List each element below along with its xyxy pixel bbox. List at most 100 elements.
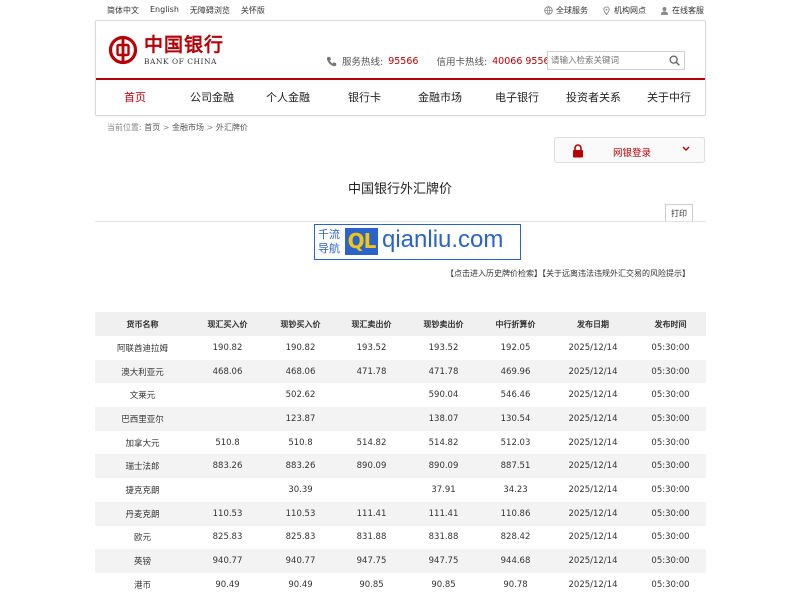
logo-english-text: BANK OF CHINA (144, 57, 217, 66)
cell-cash-sell: 471.78 (407, 359, 480, 384)
global-service-link[interactable]: 全球服务 (544, 5, 588, 16)
cell-currency: 欧元 (133, 533, 151, 544)
cell-cash-sell: 37.91 (431, 484, 456, 495)
page-title: 中国银行外汇牌价 (347, 182, 452, 197)
cell-spot-sell (336, 478, 407, 502)
nav-item-corporate-banking[interactable]: 公司金融 (190, 89, 234, 105)
table-header-row: 货币名称 现汇买入价 现钞买入价 现汇卖出价 现钞卖出价 中行折算价 发布日期 … (95, 312, 706, 336)
lang-simplified-chinese-link[interactable]: 简体中文 (107, 5, 139, 16)
nav-item-home[interactable]: 首页 (124, 89, 146, 105)
lock-icon (573, 144, 583, 158)
cell-spot-sell: 193.52 (356, 342, 387, 353)
cell-spot-sell: 947.75 (336, 549, 407, 573)
cell-boc-rate: 34.23 (503, 484, 528, 495)
column-header-cash-buy: 现钞买入价 (265, 312, 336, 336)
cell-publish-time: 05:30:00 (651, 342, 690, 353)
cell-publish-date: 2025/12/14 (568, 484, 618, 495)
cell-cash-buy: 190.82 (285, 342, 316, 353)
history-and-risk-notice-links[interactable]: 【点击进入历史牌价检索】【关于远离违法违规外汇交易的风险提示】 (446, 268, 690, 279)
bank-of-china-emblem-icon (108, 35, 138, 65)
cell-publish-time: 05:30:00 (635, 359, 706, 384)
breadcrumb-home[interactable]: 首页 (144, 123, 160, 132)
cell-spot-sell (336, 383, 407, 407)
table-row: 欧元 825.83 825.83 831.88 831.88 828.42 2025/12/… (95, 526, 706, 550)
cell-cash-sell: 890.09 (407, 454, 480, 479)
cell-publish-time: 05:30:00 (651, 437, 690, 448)
watermark-chinese-line1: 千流 (318, 228, 340, 241)
cell-publish-time: 05:30:00 (651, 390, 690, 401)
nav-item-personal-banking[interactable]: 个人金融 (266, 89, 310, 105)
service-hotline-label: 服务热线: (342, 57, 384, 68)
cell-spot-buy: 510.8 (215, 437, 240, 448)
branch-locator-link[interactable]: 机构网点 (602, 5, 646, 16)
cell-cash-sell: 831.88 (428, 532, 459, 543)
breadcrumb: 当前位置: 首页 > 金融市场 > 外汇牌价 (107, 122, 248, 133)
header-divider (96, 78, 705, 80)
cell-cash-sell: 947.75 (407, 549, 480, 573)
cell-cash-buy: 468.06 (265, 359, 336, 384)
nav-item-e-banking[interactable]: 电子银行 (495, 89, 539, 105)
cell-cash-sell: 514.82 (428, 437, 459, 448)
breadcrumb-separator: > (162, 123, 170, 132)
watermark-site-text: qianliu.com (382, 226, 504, 253)
cell-publish-time: 05:30:00 (635, 454, 706, 479)
cell-spot-buy: 940.77 (190, 549, 265, 573)
cell-spot-sell (336, 407, 407, 431)
breadcrumb-current: 外汇牌价 (215, 123, 248, 132)
cell-publish-time: 05:30:00 (635, 501, 706, 526)
cell-publish-time: 05:30:00 (651, 484, 690, 495)
breadcrumb-financial-markets[interactable]: 金融市场 (172, 123, 204, 132)
nav-item-bank-cards[interactable]: 银行卡 (348, 89, 381, 105)
accessibility-link[interactable]: 无障碍浏览 (190, 5, 230, 16)
table-row: 阿联酋迪拉姆 190.82 190.82 193.52 193.52 192.05 2025… (95, 336, 706, 360)
nav-item-investor-relations[interactable]: 投资者关系 (566, 89, 621, 105)
column-header-cash-sell: 现钞卖出价 (407, 312, 480, 336)
online-banking-login-button[interactable]: 网银登录 (554, 137, 705, 163)
print-button[interactable]: 打印 (665, 204, 693, 222)
watermark-banner: 千流 导航 QL qianliu.com (314, 224, 521, 260)
online-service-link[interactable]: 在线客服 (660, 5, 704, 16)
cell-publish-date: 2025/12/14 (568, 390, 618, 401)
search-icon[interactable] (669, 55, 680, 66)
cell-spot-sell: 471.78 (336, 359, 407, 384)
cell-cash-sell: 138.07 (407, 407, 480, 431)
branch-locator-label: 机构网点 (614, 6, 646, 15)
cell-publish-date: 2025/12/14 (568, 342, 618, 353)
table-row: 瑞士法郎 883.26 883.26 890.09 890.09 887.51 2025/1… (95, 454, 706, 479)
cell-cash-sell: 590.04 (428, 390, 459, 401)
cell-cash-sell: 111.41 (407, 501, 480, 526)
title-divider (95, 221, 706, 222)
cell-publish-date: 2025/12/14 (568, 532, 618, 543)
cell-publish-date: 2025/12/14 (568, 437, 618, 448)
lang-english-link[interactable]: English (150, 5, 179, 16)
cell-cash-buy: 90.49 (288, 579, 313, 590)
cell-currency: 瑞士法郎 (95, 454, 190, 479)
cell-boc-rate: 90.78 (503, 579, 528, 590)
nav-item-financial-markets[interactable]: 金融市场 (418, 89, 462, 105)
cell-spot-sell: 514.82 (356, 437, 387, 448)
nav-item-about-boc[interactable]: 关于中行 (647, 89, 691, 105)
breadcrumb-separator: > (206, 123, 214, 132)
location-pin-icon (603, 6, 610, 15)
cell-currency: 澳大利亚元 (95, 359, 190, 384)
elderly-care-link[interactable]: 关怀版 (241, 5, 265, 16)
cell-spot-buy (190, 407, 265, 431)
cell-publish-date: 2025/12/14 (551, 407, 635, 431)
column-header-boc-rate: 中行折算价 (480, 312, 551, 336)
cell-cash-buy: 123.87 (265, 407, 336, 431)
search-input[interactable] (551, 54, 663, 67)
watermark-badge: QL (345, 228, 378, 255)
breadcrumb-prefix: 当前位置: (107, 123, 142, 132)
column-header-publish-date: 发布日期 (551, 312, 635, 336)
cell-cash-buy: 30.39 (288, 484, 313, 495)
cell-cash-buy: 940.77 (265, 549, 336, 573)
global-service-label: 全球服务 (556, 6, 588, 15)
cell-publish-date: 2025/12/14 (568, 579, 618, 590)
cell-boc-rate: 546.46 (500, 390, 531, 401)
table-row: 港币 90.49 90.49 90.85 90.85 90.78 2025/12/14 05:… (95, 573, 706, 597)
cell-currency: 丹麦克朗 (95, 501, 190, 526)
cell-cash-buy: 825.83 (285, 532, 316, 543)
cell-currency: 文莱元 (129, 391, 156, 402)
bank-logo[interactable]: 中国银行 BANK OF CHINA (108, 35, 224, 66)
column-header-publish-time: 发布时间 (635, 312, 706, 336)
